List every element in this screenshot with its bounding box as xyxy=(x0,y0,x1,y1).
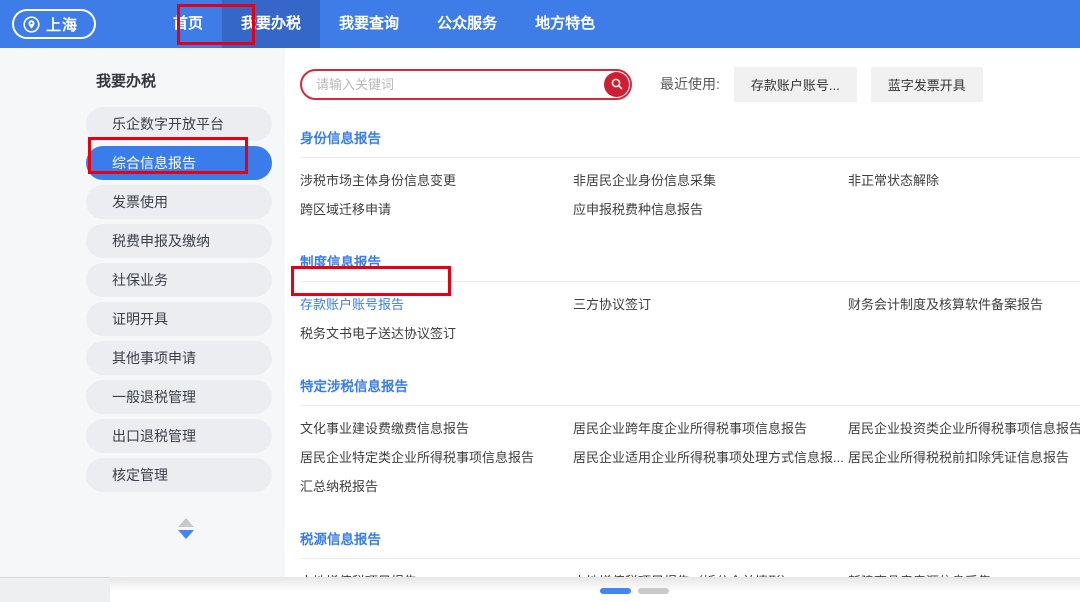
section-tax-source-info-report: 税源信息报告 土地增值税项目报告 土地增值税项目报告（拆分合并情形） 新建商品房… xyxy=(300,528,1080,577)
sidebar-item-leqi-platform[interactable]: 乐企数字开放平台 xyxy=(86,107,272,141)
location-pin-icon xyxy=(23,16,40,33)
section-items: 涉税市场主体身份信息变更 非居民企业身份信息采集 非正常状态解除 跨区域迁移申请… xyxy=(300,158,1080,224)
section-system-info-report: 制度信息报告 存款账户账号报告 三方协议签订 财务会计制度及核算软件备案报告 税… xyxy=(300,251,1080,348)
recent-button-blue-invoice[interactable]: 蓝字发票开具 xyxy=(871,67,983,102)
footer-shadow xyxy=(110,577,1080,602)
menu-link[interactable]: 土地增值税项目报告（拆分合并情形） xyxy=(573,567,848,577)
menu-link[interactable]: 财务会计制度及核算软件备案报告 xyxy=(848,290,1080,319)
menu-link[interactable]: 应申报税费种信息报告 xyxy=(573,195,848,224)
carousel-dot[interactable] xyxy=(638,588,669,594)
section-specific-tax-info-report: 特定涉税信息报告 文化事业建设费缴费信息报告 居民企业跨年度企业所得税事项信息报… xyxy=(300,375,1080,501)
nav-item-tax-services[interactable]: 我要办税 xyxy=(222,0,320,48)
sidebar: 我要办税 乐企数字开放平台 综合信息报告 发票使用 税费申报及缴纳 社保业务 证… xyxy=(86,48,285,577)
menu-link[interactable]: 涉税市场主体身份信息变更 xyxy=(300,166,573,195)
section-title: 特定涉税信息报告 xyxy=(300,375,1080,406)
footer-left-block xyxy=(0,577,110,602)
section-identity-info-report: 身份信息报告 涉税市场主体身份信息变更 非居民企业身份信息采集 非正常状态解除 … xyxy=(300,127,1080,224)
menu-link[interactable]: 税务文书电子送达协议签订 xyxy=(300,319,573,348)
left-rail xyxy=(0,48,86,577)
menu-link[interactable]: 文化事业建设费缴费信息报告 xyxy=(300,414,573,443)
sidebar-scroll-arrows xyxy=(86,518,285,539)
menu-link[interactable]: 三方协议签订 xyxy=(573,290,848,319)
main-nav: 首页 我要办税 我要查询 公众服务 地方特色 xyxy=(154,0,614,48)
section-title: 制度信息报告 xyxy=(300,251,1080,282)
nav-item-local-features[interactable]: 地方特色 xyxy=(516,0,614,48)
sidebar-item-certificate-issuance[interactable]: 证明开具 xyxy=(86,302,272,336)
search-input[interactable] xyxy=(316,77,586,92)
page-footer-strip xyxy=(0,577,1080,602)
menu-link[interactable]: 土地增值税项目报告 xyxy=(300,567,573,577)
recently-used: 最近使用: 存款账户账号... 蓝字发票开具 xyxy=(660,67,983,102)
scroll-up-arrow[interactable] xyxy=(178,518,194,527)
menu-link[interactable]: 居民企业跨年度企业所得税事项信息报告 xyxy=(573,414,848,443)
search-row: 最近使用: 存款账户账号... 蓝字发票开具 xyxy=(300,68,1080,100)
menu-link[interactable]: 居民企业适用企业所得税事项处理方式信息报... xyxy=(573,443,848,472)
keyword-search xyxy=(300,69,632,100)
section-items: 存款账户账号报告 三方协议签订 财务会计制度及核算软件备案报告 税务文书电子送达… xyxy=(300,282,1080,348)
menu-link[interactable]: 跨区域迁移申请 xyxy=(300,195,573,224)
sidebar-item-assessment-management[interactable]: 核定管理 xyxy=(86,458,272,492)
menu-link-deposit-account-report[interactable]: 存款账户账号报告 xyxy=(300,290,573,319)
menu-link[interactable]: 新建商品房房源信息采集 xyxy=(848,567,1080,577)
search-icon xyxy=(610,77,624,91)
sidebar-item-export-refund[interactable]: 出口退税管理 xyxy=(86,419,272,453)
recently-used-label: 最近使用: xyxy=(660,74,720,94)
section-items: 文化事业建设费缴费信息报告 居民企业跨年度企业所得税事项信息报告 居民企业投资类… xyxy=(300,406,1080,501)
top-navigation-bar: 上海 首页 我要办税 我要查询 公众服务 地方特色 xyxy=(0,0,1080,48)
sidebar-item-invoice-use[interactable]: 发票使用 xyxy=(86,185,272,219)
nav-item-home[interactable]: 首页 xyxy=(154,0,222,48)
menu-link[interactable]: 居民企业投资类企业所得税事项信息报告 xyxy=(848,414,1080,443)
mega-menu-panel: 我要办税 乐企数字开放平台 综合信息报告 发票使用 税费申报及缴纳 社保业务 证… xyxy=(0,48,1080,577)
recent-button-deposit-account[interactable]: 存款账户账号... xyxy=(734,67,857,102)
sidebar-item-tax-declaration-payment[interactable]: 税费申报及缴纳 xyxy=(86,224,272,258)
menu-link[interactable]: 汇总纳税报告 xyxy=(300,472,573,501)
section-title: 税源信息报告 xyxy=(300,528,1080,559)
menu-link[interactable]: 居民企业特定类企业所得税事项信息报告 xyxy=(300,443,573,472)
menu-link[interactable]: 非正常状态解除 xyxy=(848,166,1080,195)
location-label: 上海 xyxy=(46,14,78,35)
sidebar-header: 我要办税 xyxy=(96,70,285,91)
search-button[interactable] xyxy=(604,72,629,97)
menu-link[interactable]: 非居民企业身份信息采集 xyxy=(573,166,848,195)
menu-link[interactable]: 居民企业所得税税前扣除凭证信息报告 xyxy=(848,443,1080,472)
section-title: 身份信息报告 xyxy=(300,127,1080,158)
nav-item-query[interactable]: 我要查询 xyxy=(320,0,418,48)
scroll-down-arrow[interactable] xyxy=(178,530,194,539)
nav-item-public-services[interactable]: 公众服务 xyxy=(418,0,516,48)
sidebar-item-comprehensive-info-report[interactable]: 综合信息报告 xyxy=(86,146,272,180)
carousel-dot-active[interactable] xyxy=(600,588,631,594)
sidebar-item-other-applications[interactable]: 其他事项申请 xyxy=(86,341,272,375)
menu-content: 最近使用: 存款账户账号... 蓝字发票开具 身份信息报告 涉税市场主体身份信息… xyxy=(285,48,1080,577)
location-selector[interactable]: 上海 xyxy=(12,9,96,39)
sidebar-item-general-refund[interactable]: 一般退税管理 xyxy=(86,380,272,414)
section-items: 土地增值税项目报告 土地增值税项目报告（拆分合并情形） 新建商品房房源信息采集 … xyxy=(300,559,1080,577)
sidebar-item-social-security[interactable]: 社保业务 xyxy=(86,263,272,297)
